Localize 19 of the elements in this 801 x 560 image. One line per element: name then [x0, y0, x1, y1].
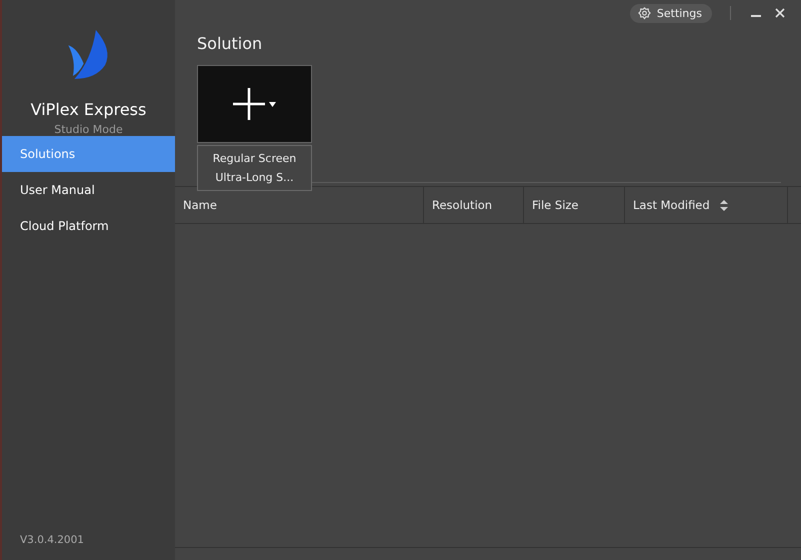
sidebar-item[interactable]: Cloud Platform: [2, 208, 175, 244]
sort-icon[interactable]: [720, 200, 728, 210]
settings-button[interactable]: Settings: [630, 4, 712, 22]
column-header[interactable]: Name: [175, 187, 424, 223]
column-header[interactable]: Resolution: [424, 187, 524, 223]
menu-item[interactable]: Regular Screen: [198, 149, 311, 168]
plus-icon: [233, 88, 265, 120]
page-title: Solution: [197, 34, 262, 53]
column-header[interactable]: File Size: [524, 187, 625, 223]
app-mode: Studio Mode: [54, 123, 123, 136]
caret-icon: [269, 102, 276, 106]
menu-item[interactable]: Ultra-Long S...: [198, 168, 311, 187]
version-label: V3.0.4.2001: [19, 534, 85, 548]
new-solution-tile[interactable]: [197, 65, 312, 143]
column-header[interactable]: Last Modified: [625, 187, 788, 223]
sidebar-item[interactable]: User Manual: [2, 172, 175, 208]
close-icon[interactable]: [773, 6, 787, 20]
app-name: ViPlex Express: [30, 100, 146, 119]
settings-icon: [638, 6, 651, 20]
